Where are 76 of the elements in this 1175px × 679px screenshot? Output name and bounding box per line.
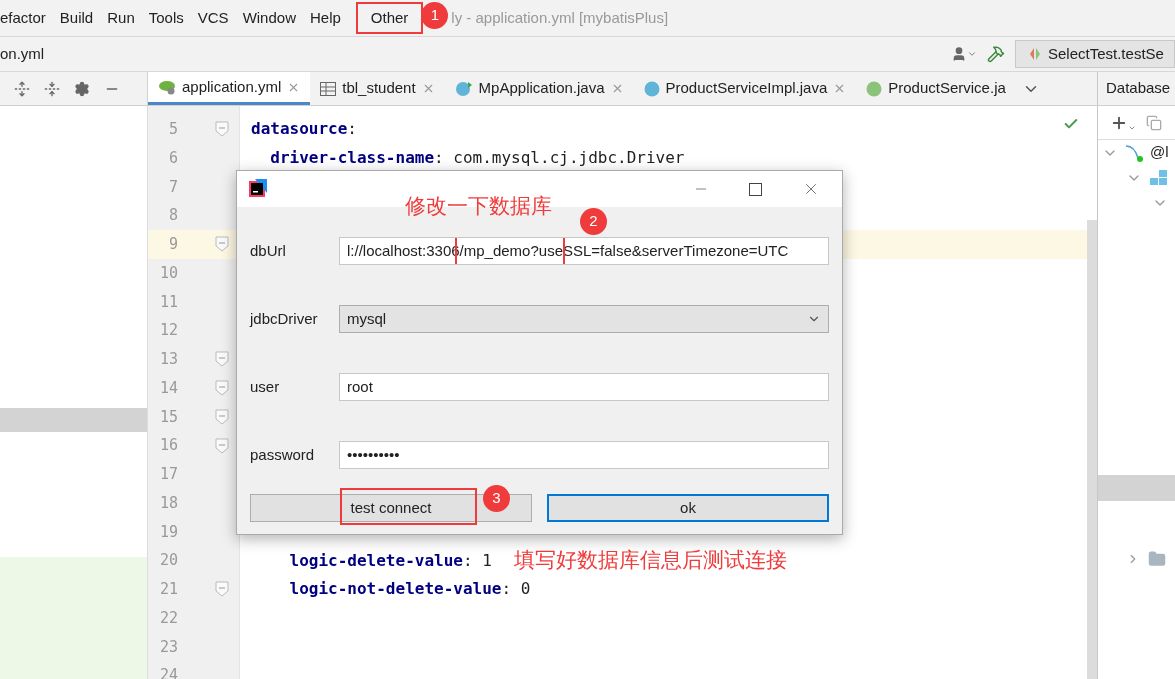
line-number: 6 <box>167 147 178 169</box>
editor-tab[interactable]: MpApplication.java <box>444 72 634 105</box>
menu-item[interactable]: Other <box>355 1 424 35</box>
line-number: 9 <box>167 234 178 256</box>
menu-item[interactable]: Build <box>52 4 101 32</box>
breadcrumb[interactable]: on.yml <box>0 42 45 66</box>
class-icon <box>454 79 473 98</box>
table-icon <box>320 81 337 96</box>
fold-marker-icon[interactable] <box>215 351 229 368</box>
hammer-icon[interactable] <box>987 45 1005 63</box>
line-number: 7 <box>167 176 178 198</box>
line-number: 21 <box>158 579 178 601</box>
class-icon <box>643 80 660 97</box>
driver-dropdown[interactable]: mysql <box>339 305 829 333</box>
code-line: logic-not-delete-value: 0 <box>288 578 531 601</box>
diamond-icon <box>1030 48 1040 60</box>
line-number: 16 <box>158 435 178 457</box>
line-number: 11 <box>158 291 178 313</box>
fold-marker-icon[interactable] <box>215 408 229 425</box>
run-config-selector[interactable]: SelectTest.testSe <box>1015 40 1175 68</box>
annotation-note: 修改一下数据库 <box>405 193 552 220</box>
line-number: 17 <box>158 464 178 486</box>
menu-item[interactable]: Help <box>303 4 348 32</box>
annotation-note: 填写好数据库信息后测试连接 <box>513 546 787 574</box>
field-label: user <box>250 376 281 397</box>
maximize-icon[interactable] <box>749 182 762 196</box>
collapse-all-icon[interactable] <box>44 80 60 97</box>
user-icon[interactable] <box>951 46 977 62</box>
fold-marker-icon[interactable] <box>215 581 229 598</box>
tree-item[interactable]: @l <box>1150 141 1169 164</box>
field-label: password <box>250 444 316 465</box>
app-logo-icon <box>247 179 267 199</box>
field-label: jdbcDriver <box>250 308 319 329</box>
fold-marker-icon[interactable] <box>215 121 229 138</box>
folder-icon <box>1148 549 1166 568</box>
line-number: 22 <box>158 607 178 629</box>
line-number: 15 <box>158 406 178 428</box>
editor-tab[interactable]: ProductServiceImpl.java <box>633 72 857 105</box>
menu-item[interactable]: Window <box>235 4 303 32</box>
schema-icon <box>1150 169 1168 186</box>
settings-icon[interactable] <box>74 80 90 97</box>
line-number: 12 <box>158 320 178 342</box>
line-number: 18 <box>158 492 178 514</box>
editor-tab[interactable]: tbl_student <box>310 72 445 105</box>
interface-icon <box>866 80 883 97</box>
field-label: dbUrl <box>250 240 287 261</box>
fold-marker-icon[interactable] <box>215 380 229 397</box>
editor-tab[interactable]: application.yml <box>148 72 311 105</box>
line-number: 5 <box>167 119 178 141</box>
line-number: 8 <box>167 205 178 227</box>
menu-item[interactable]: VCS <box>190 4 236 32</box>
code-line: datasource: <box>251 118 357 141</box>
editor-tab[interactable]: ProductService.ja <box>856 72 1016 105</box>
line-number: 10 <box>158 262 178 284</box>
code-line: driver-class-name: com.mysql.cj.jdbc.Driver <box>269 147 685 170</box>
menu-item[interactable]: Tools <box>141 4 191 32</box>
code-line: logic-delete-value: 1 <box>288 549 492 572</box>
line-number: 13 <box>158 349 178 371</box>
step-badge: 1 <box>421 1 449 29</box>
fold-marker-icon[interactable] <box>215 437 229 454</box>
line-number: 19 <box>158 521 178 543</box>
line-number: 14 <box>158 377 178 399</box>
leaf-icon <box>158 79 176 95</box>
line-number: 20 <box>158 550 178 572</box>
window-title: ly - application.yml [mybatisPlus] <box>451 7 669 28</box>
expand-all-icon[interactable] <box>14 80 30 97</box>
menu-item[interactable]: efactor <box>0 4 53 32</box>
copy-icon[interactable] <box>1146 114 1162 131</box>
menu-item[interactable]: Run <box>100 4 142 32</box>
fold-marker-icon[interactable] <box>215 236 229 253</box>
step-badge: 2 <box>580 208 607 235</box>
input-field[interactable]: root <box>339 373 829 401</box>
panel-title: Database <box>1106 78 1171 99</box>
ok-button[interactable]: ok <box>547 494 829 522</box>
input-field[interactable]: •••••••••• <box>339 441 829 469</box>
line-number: 23 <box>158 636 178 658</box>
